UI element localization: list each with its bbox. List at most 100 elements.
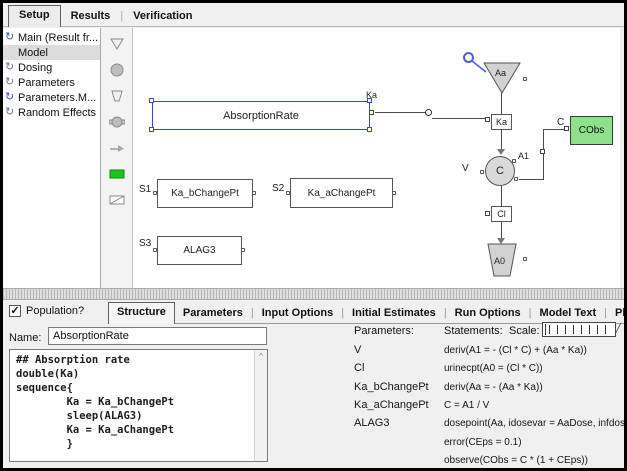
- s1-in-port[interactable]: [153, 191, 157, 195]
- s1-out-port[interactable]: [252, 191, 256, 195]
- tab-parameters[interactable]: Parameters: [175, 304, 251, 323]
- statement-item: deriv(A1 = - (Cl * C) + (Aa * Ka)): [444, 345, 624, 356]
- elimination-cup-icon[interactable]: [106, 85, 128, 107]
- horizontal-splitter[interactable]: [3, 288, 624, 300]
- s2-in-port[interactable]: [286, 191, 290, 195]
- sidebar-item-label: Parameters: [18, 77, 75, 89]
- s3-in-port[interactable]: [153, 248, 157, 252]
- s3-out-port[interactable]: [241, 248, 245, 252]
- parameter-item[interactable]: Cl: [354, 362, 364, 374]
- scroll-up-icon[interactable]: ^: [255, 350, 267, 362]
- sidebar-item-label: Parameters.M...: [18, 92, 96, 104]
- triangle-dose-icon[interactable]: [106, 33, 128, 55]
- workflow-sidebar: ↻ Main (Result fr... Model ↻ Dosing ↻ Pa…: [3, 28, 101, 288]
- cl-port[interactable]: [485, 211, 490, 216]
- workflow-link-icon: ↻: [5, 77, 18, 88]
- tab-verification[interactable]: Verification: [123, 7, 202, 26]
- model-diagram-canvas[interactable]: AbsorptionRate Ka Aa Ka C V A1: [133, 28, 620, 288]
- sidebar-item-dosing[interactable]: ↻ Dosing: [3, 60, 100, 75]
- name-input[interactable]: [48, 327, 267, 345]
- model-options-panel: ✓ Population? Structure Parameters | Inp…: [3, 300, 624, 468]
- selection-handle[interactable]: [149, 127, 154, 132]
- a1-port-label: A1: [518, 151, 529, 161]
- a0-label: A0: [494, 256, 505, 266]
- observation-icon[interactable]: [106, 189, 128, 211]
- editor-scrollbar[interactable]: ^: [254, 350, 267, 461]
- tab-results[interactable]: Results: [61, 7, 121, 26]
- sidebar-item-model[interactable]: Model: [3, 45, 100, 60]
- parameter-item[interactable]: V: [354, 344, 361, 356]
- ka-achangept-block[interactable]: Ka_aChangePt: [290, 178, 393, 208]
- selection-handle[interactable]: [367, 127, 372, 132]
- top-tab-bar: Setup Results | Verification: [3, 3, 624, 27]
- scale-slider[interactable]: [542, 322, 616, 337]
- sidebar-item-label: Dosing: [18, 62, 52, 74]
- sidebar-item-main[interactable]: ↻ Main (Result fr...: [3, 30, 100, 45]
- tab-model-text[interactable]: Model Text: [532, 304, 605, 323]
- code-text[interactable]: ## Absorption rate double(Ka) sequence{ …: [10, 350, 254, 461]
- absorption-rate-block[interactable]: AbsorptionRate: [152, 101, 370, 130]
- population-row: ✓ Population?: [9, 305, 84, 317]
- ka-rate-box[interactable]: Ka: [491, 114, 512, 130]
- cobs-observation-block[interactable]: CObs: [570, 116, 613, 145]
- ka-port[interactable]: [485, 117, 490, 122]
- flow-arrow-icon[interactable]: [106, 137, 128, 159]
- tab-setup[interactable]: Setup: [8, 5, 61, 27]
- statement-item: C = A1 / V: [444, 400, 624, 411]
- wire-loop-joint[interactable]: [425, 109, 432, 116]
- parameter-item[interactable]: Ka_aChangePt: [354, 399, 429, 411]
- phoenix-model-window: Setup Results | Verification ↻ Main (Res…: [0, 0, 627, 471]
- procedure-block-icon[interactable]: [106, 163, 128, 185]
- cobs-port[interactable]: [564, 126, 569, 131]
- parameter-item[interactable]: Ka_bChangePt: [354, 381, 429, 393]
- v-port[interactable]: [480, 170, 484, 174]
- wire-handle[interactable]: [540, 149, 545, 154]
- selection-handle[interactable]: [149, 98, 154, 103]
- workflow-link-icon: ↻: [5, 92, 18, 103]
- options-tab-bar: Structure Parameters | Input Options | I…: [108, 300, 624, 324]
- workflow-link-icon: ↻: [5, 62, 18, 73]
- cl-clearance-box[interactable]: Cl: [491, 206, 512, 222]
- code-line: sleep(ALAG3): [16, 409, 254, 423]
- pml-code-editor[interactable]: ## Absorption rate double(Ka) sequence{ …: [9, 349, 268, 462]
- tab-plots[interactable]: Plots: [607, 304, 627, 323]
- tab-run-options[interactable]: Run Options: [447, 304, 529, 323]
- central-compartment[interactable]: C: [485, 156, 515, 186]
- s3-port-label: S3: [139, 238, 151, 249]
- circle-compartment-icon[interactable]: [106, 59, 128, 81]
- population-label: Population?: [26, 305, 84, 317]
- sidebar-item-label: Main (Result fr...: [18, 32, 98, 44]
- connector-wire: [543, 129, 544, 180]
- tab-structure[interactable]: Structure: [108, 302, 175, 324]
- code-line: Ka = Ka_bChangePt: [16, 395, 254, 409]
- parameter-item[interactable]: ALAG3: [354, 417, 389, 429]
- connector-wire: [519, 179, 544, 180]
- statement-item: error(CEps = 0.1): [444, 437, 624, 448]
- sidebar-item-parameters[interactable]: ↻ Parameters: [3, 75, 100, 90]
- connector-wire: [432, 118, 486, 119]
- sidebar-item-parameters-m[interactable]: ↻ Parameters.M...: [3, 90, 100, 105]
- aa-depot-triangle[interactable]: [483, 62, 521, 95]
- scale-slider-thumb[interactable]: [545, 324, 546, 335]
- ported-compartment-icon[interactable]: [106, 111, 128, 133]
- statements-header: Statements:: [444, 325, 503, 337]
- aa-port[interactable]: [523, 77, 527, 81]
- tab-input-options[interactable]: Input Options: [254, 304, 341, 323]
- c-output-port[interactable]: [514, 177, 518, 181]
- s2-out-port[interactable]: [392, 191, 396, 195]
- a1-port[interactable]: [512, 159, 516, 163]
- population-checkbox[interactable]: ✓: [9, 305, 21, 317]
- statement-item: deriv(Aa = - (Aa * Ka)): [444, 382, 624, 393]
- statement-item: urinecpt(A0 = (Cl * C)): [444, 363, 624, 374]
- arrowhead: [497, 149, 505, 155]
- output-port[interactable]: [369, 110, 374, 115]
- tab-initial-estimates[interactable]: Initial Estimates: [344, 304, 444, 323]
- connector-wire: [375, 112, 426, 113]
- scale-slider-ticks: [549, 325, 607, 334]
- a0-port[interactable]: [523, 257, 527, 261]
- code-line: double(Ka): [16, 367, 254, 381]
- alag3-block[interactable]: ALAG3: [157, 236, 242, 265]
- ka-bchangept-block[interactable]: Ka_bChangePt: [157, 179, 253, 208]
- sidebar-item-random-effects[interactable]: ↻ Random Effects: [3, 105, 100, 120]
- scale-slider-handle-icon[interactable]: ╱: [615, 324, 621, 335]
